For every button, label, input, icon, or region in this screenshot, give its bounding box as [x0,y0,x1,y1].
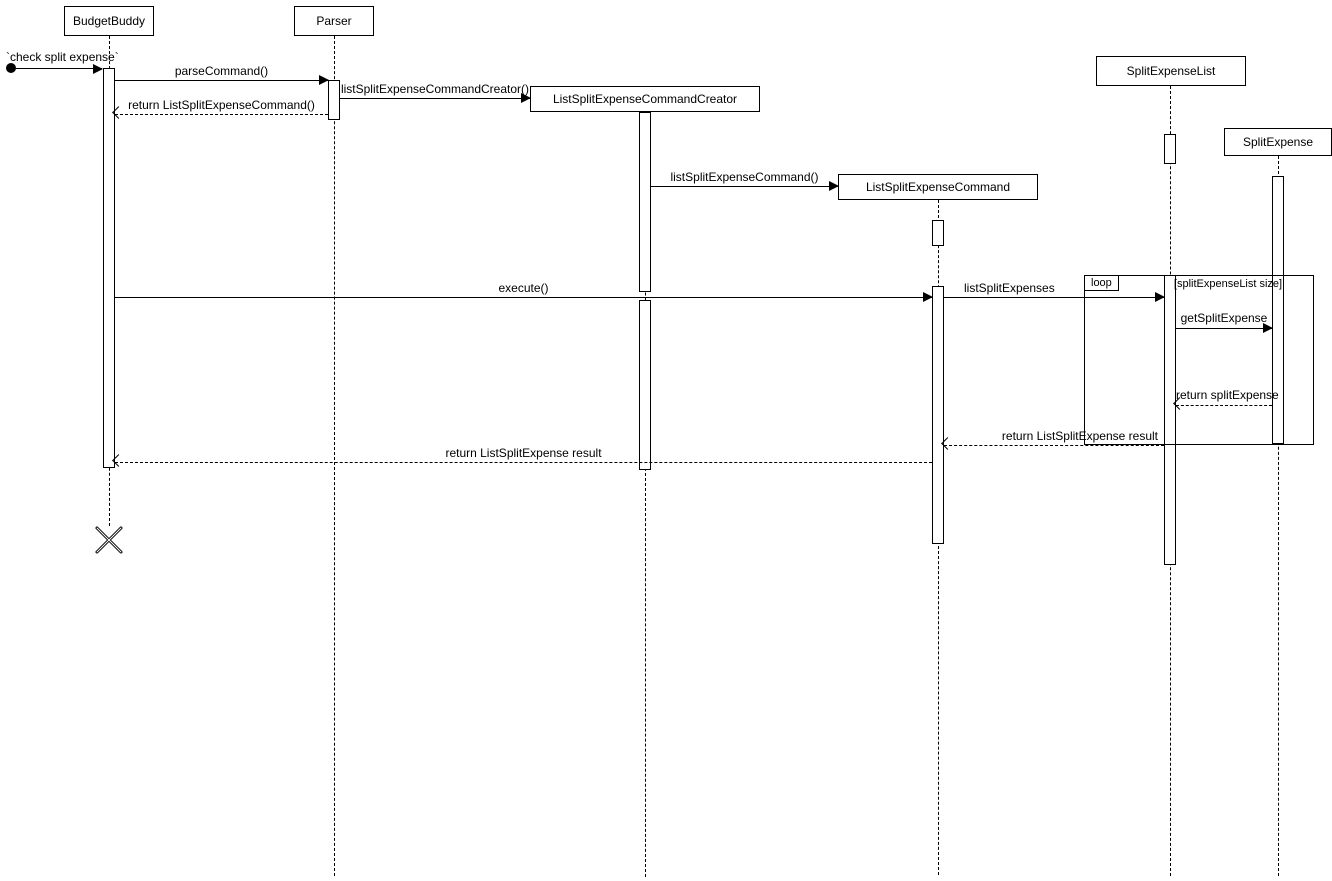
activation-command-2 [932,286,944,544]
participant-budgetbuddy: BudgetBuddy [64,6,154,36]
destroy-icon [94,525,124,555]
activation-creator-1 [639,112,651,292]
msg-return-command-label: return ListSplitExpenseCommand() [115,98,328,112]
activation-splitlist-1 [1164,134,1176,164]
msg-getsplitexpense-label: getSplitExpense [1176,311,1272,325]
participant-splitlist: SplitExpenseList [1096,56,1246,86]
msg-execute-label: execute() [115,281,932,295]
activation-command-1 [932,220,944,246]
sequence-diagram: `check split expense` BudgetBuddy Parser… [0,0,1332,881]
participant-creator: ListSplitExpenseCommandCreator [530,86,760,112]
activation-creator-2 [639,300,651,470]
loop-condition: [splitExpenseList size] [1163,278,1293,290]
participant-command: ListSplitExpenseCommand [838,174,1038,200]
msg-return-result-1-label: return ListSplitExpense result [1002,429,1158,443]
start-message-label: `check split expense` [6,50,119,64]
participant-splitexpense: SplitExpense [1224,128,1332,156]
loop-tab: loop [1084,275,1119,291]
start-dot-icon [6,63,16,73]
msg-creator-call-label: listSplitExpenseCommandCreator() [340,82,530,96]
activation-parser [328,80,340,120]
msg-return-result-2-label: return ListSplitExpense result [115,446,932,460]
loop-frame: loop [splitExpenseList size] [1084,275,1314,445]
start-message-line [16,68,102,69]
participant-parser: Parser [294,6,374,36]
msg-return-splitexpense-label: return splitExpense [1176,389,1272,402]
msg-command-call-label: listSplitExpenseCommand() [651,170,838,184]
activation-budgetbuddy [103,68,115,468]
msg-parsecommand-label: parseCommand() [115,64,328,78]
